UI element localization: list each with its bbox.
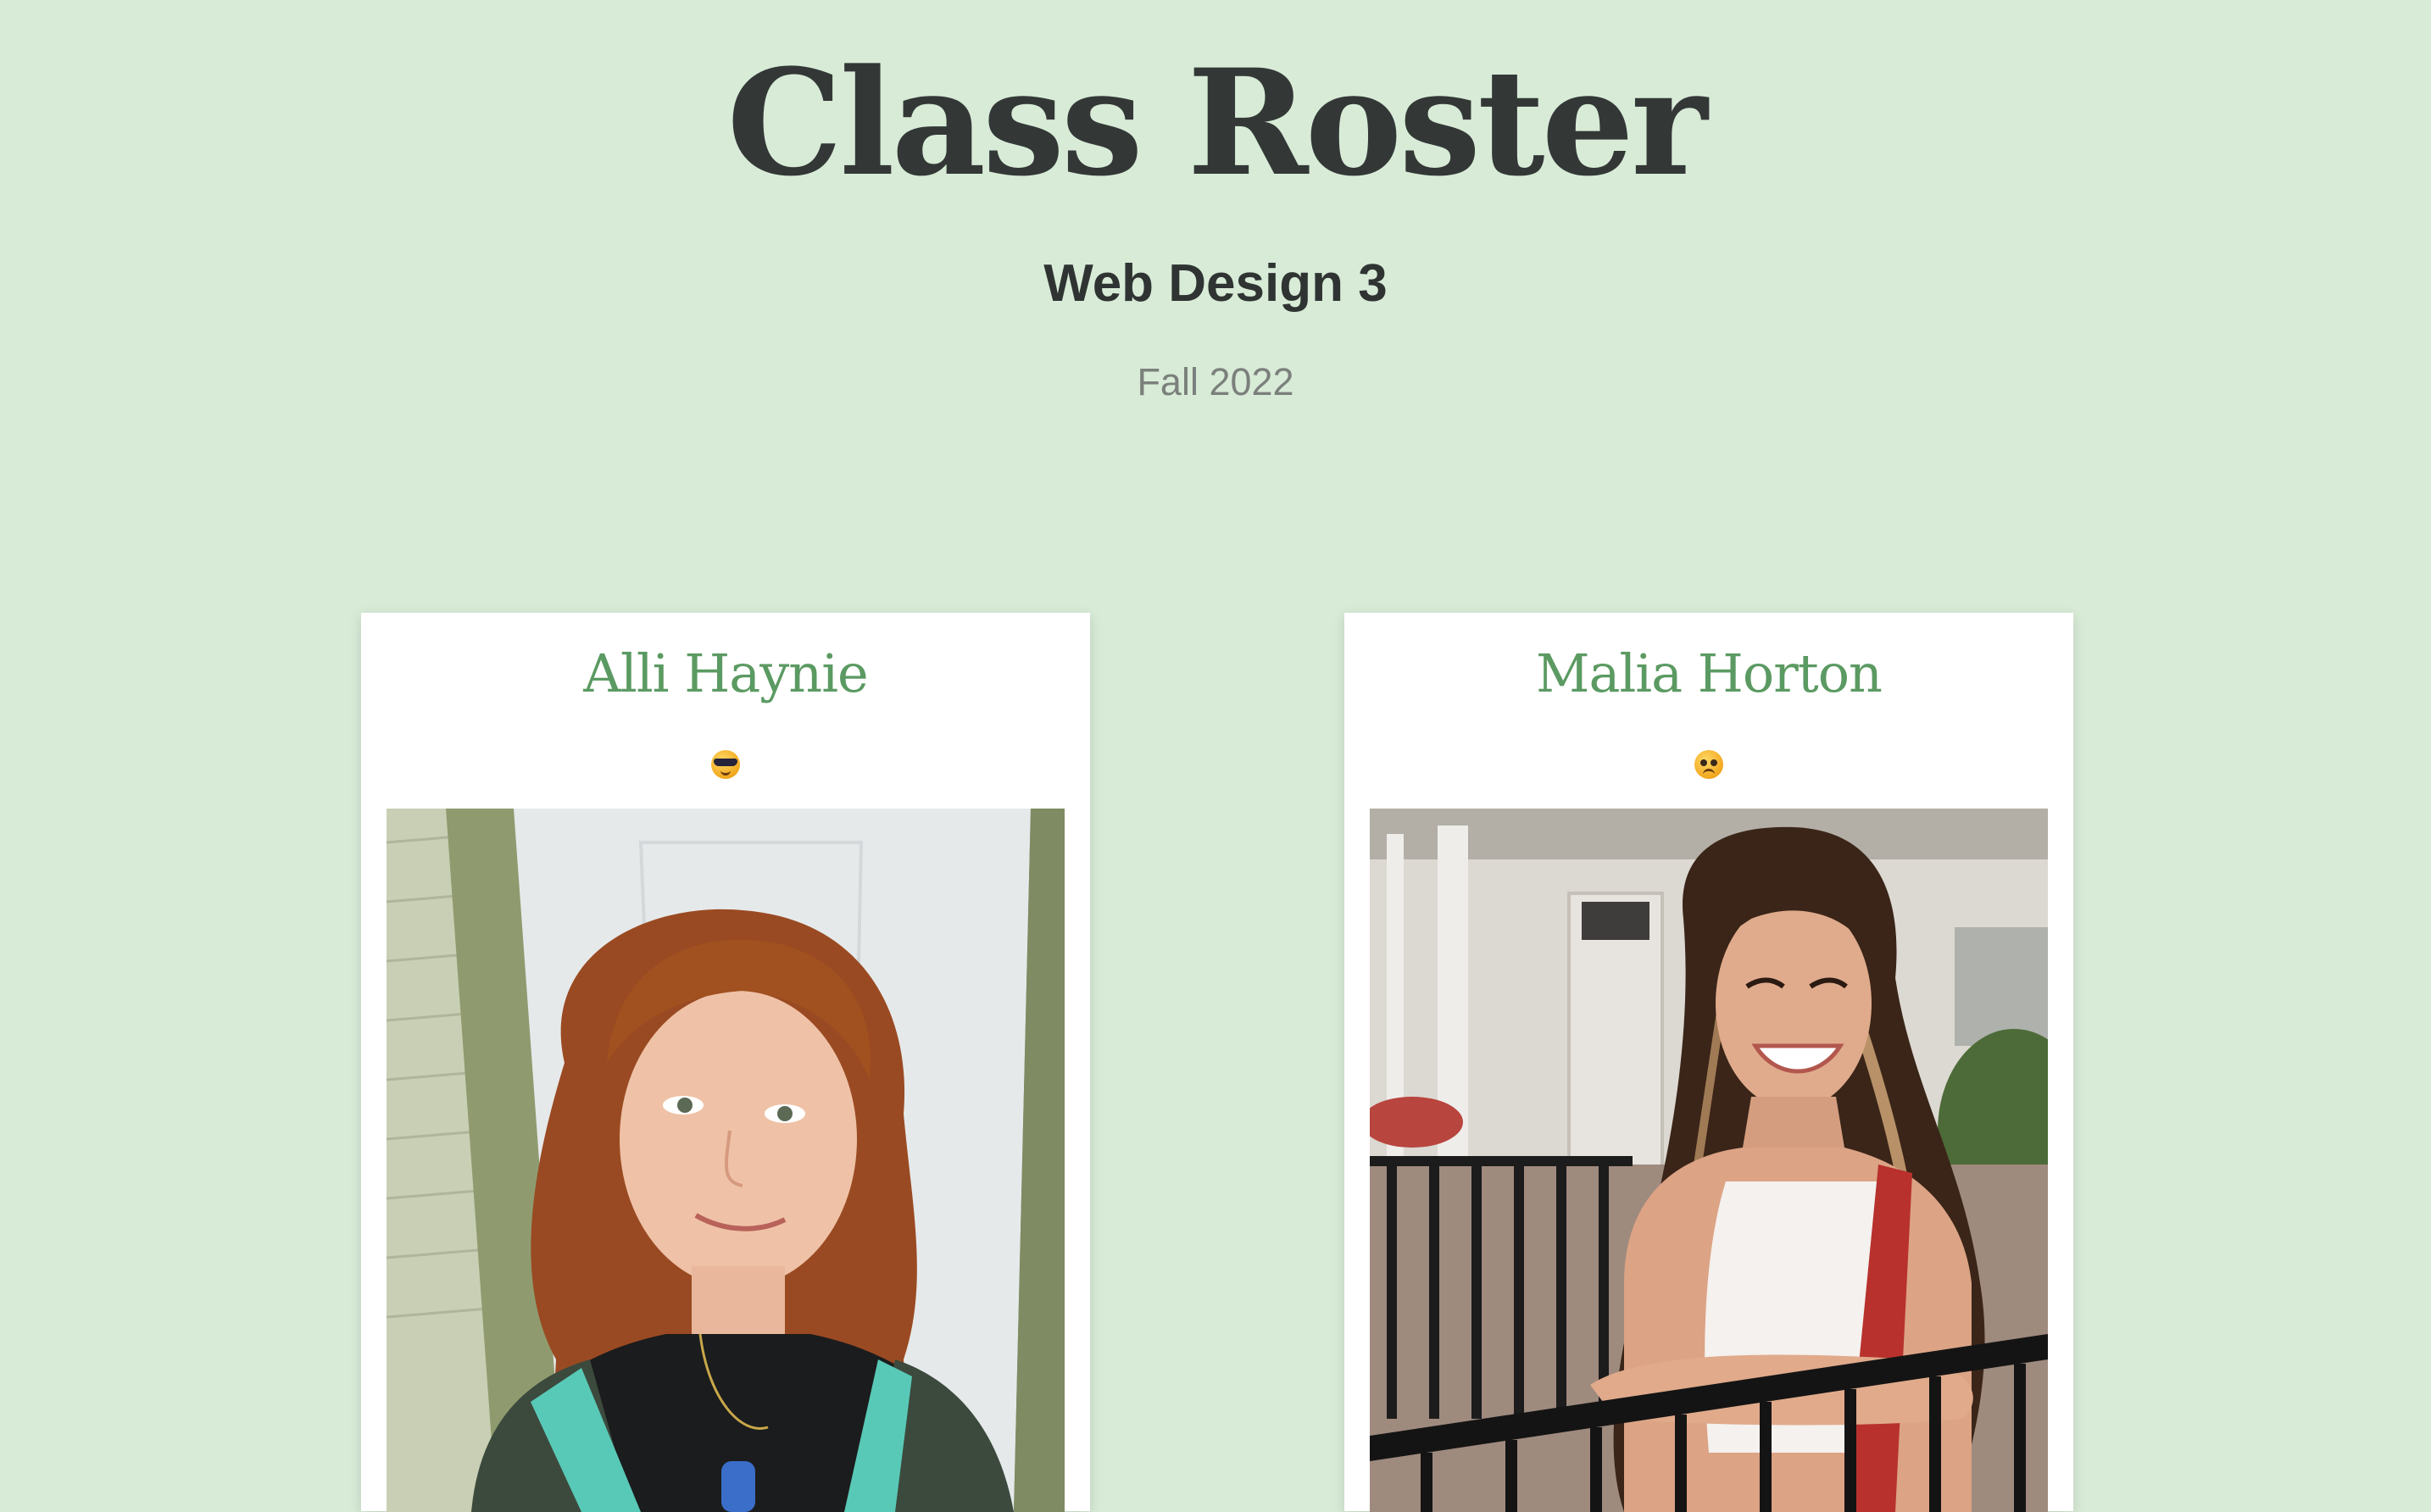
page-title: Class Roster xyxy=(726,36,1707,208)
student-card: Alli Haynie xyxy=(361,613,1090,1512)
student-photo xyxy=(1370,809,2048,1512)
smiling-face-with-sunglasses-icon xyxy=(711,749,740,779)
student-name: Alli Haynie xyxy=(583,642,868,704)
term-label: Fall 2022 xyxy=(1137,360,1294,403)
course-subtitle: Web Design 3 xyxy=(1043,254,1388,313)
student-emoji xyxy=(361,744,1090,781)
student-name: Malia Horton xyxy=(1536,642,1883,704)
student-card: Malia Horton xyxy=(1344,613,2073,1512)
student-emoji xyxy=(1344,744,2073,781)
student-photo xyxy=(387,809,1065,1512)
pleading-face-icon xyxy=(1694,749,1723,779)
